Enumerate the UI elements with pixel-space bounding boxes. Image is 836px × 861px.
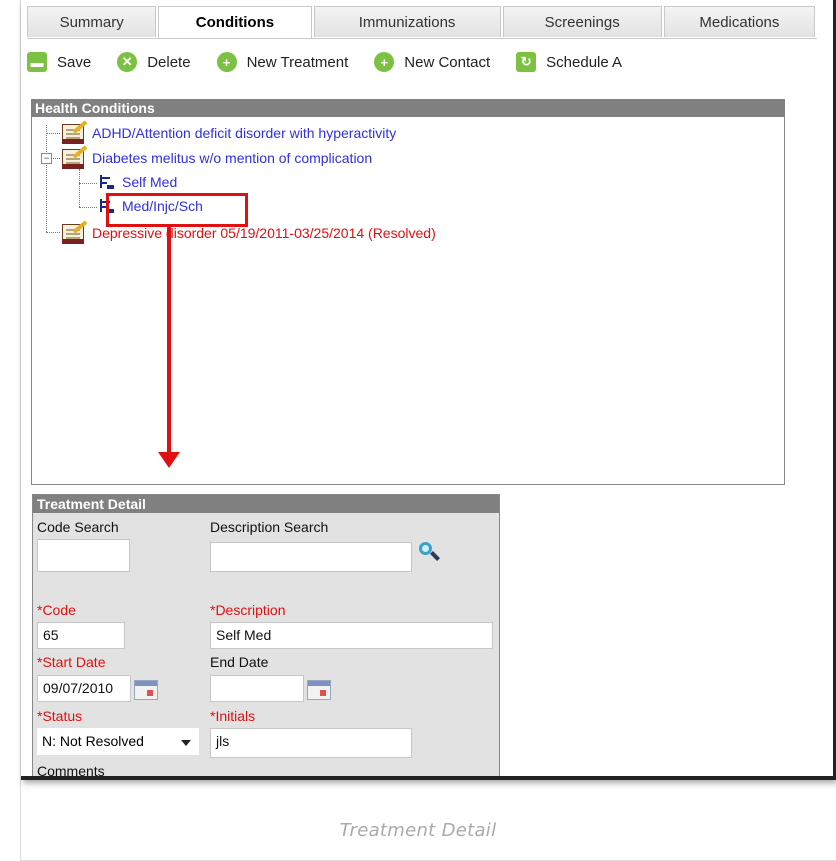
save-label: Save — [57, 53, 92, 71]
calendar-icon[interactable] — [307, 680, 331, 700]
figure-caption: Treatment Detail — [339, 820, 497, 841]
tree-connector — [46, 125, 47, 232]
search-icon[interactable] — [417, 541, 441, 565]
description-search-label: Description Search — [210, 519, 329, 535]
start-date-label: *Start Date — [37, 654, 106, 670]
new-contact-button[interactable]: + New Contact — [374, 52, 490, 72]
delete-button[interactable]: ✕ Delete — [117, 52, 191, 72]
new-treatment-label: New Treatment — [246, 53, 349, 71]
code-label: *Code — [37, 602, 76, 618]
condition-adhd[interactable]: ADHD/Attention deficit disorder with hyp… — [60, 120, 397, 145]
tab-summary[interactable]: Summary — [27, 6, 157, 37]
treatment-label: Self Med — [122, 174, 178, 190]
annotation-arrow — [167, 227, 171, 455]
treatment-self-med[interactable]: Self Med — [98, 174, 177, 190]
comments-label: Comments — [37, 763, 105, 779]
plus-icon: + — [216, 52, 237, 72]
tab-conditions[interactable]: Conditions — [158, 6, 312, 38]
condition-notepad-icon — [60, 145, 88, 170]
code-search-input[interactable] — [37, 539, 130, 572]
condition-notepad-icon — [60, 220, 88, 245]
code-field[interactable]: 65 — [37, 622, 125, 649]
delete-icon: ✕ — [117, 52, 138, 72]
end-date-field[interactable] — [210, 675, 304, 702]
save-icon: ▬ — [27, 52, 47, 72]
annotation-highlight-box — [106, 193, 248, 227]
description-field[interactable]: Self Med — [210, 622, 493, 649]
tab-medications[interactable]: Medications — [663, 6, 815, 37]
code-search-label: Code Search — [37, 519, 119, 535]
condition-label: Diabetes melitus w/o mention of complica… — [92, 150, 373, 166]
treatment-detail-panel: Treatment Detail Code Search Description… — [32, 494, 500, 779]
health-conditions-header: Health Conditions — [31, 99, 785, 117]
tab-immunizations[interactable]: Immunizations — [313, 6, 501, 37]
plus-icon: + — [374, 52, 395, 72]
tab-bar: Summary Conditions Immunizations Screeni… — [27, 6, 817, 39]
condition-diabetes[interactable]: Diabetes melitus w/o mention of complica… — [60, 145, 373, 170]
annotation-arrowhead — [158, 452, 180, 468]
new-contact-label: New Contact — [404, 53, 491, 71]
status-label: *Status — [37, 708, 83, 724]
schedule-button[interactable]: ↻ Schedule A — [516, 52, 622, 72]
description-search-input[interactable] — [210, 542, 412, 572]
treatment-detail-header: Treatment Detail — [33, 495, 499, 513]
tab-screenings[interactable]: Screenings — [502, 6, 662, 37]
status-selected-value: N: Not Resolved — [42, 733, 144, 749]
description-label: *Description — [210, 602, 286, 618]
condition-label: Depressive disorder 05/19/2011-03/25/201… — [92, 225, 436, 241]
initials-label: *Initials — [210, 708, 256, 724]
end-date-label: End Date — [210, 654, 269, 670]
initials-field[interactable]: jls — [210, 728, 412, 758]
action-toolbar: ▬ Save ✕ Delete + New Treatment + New Co… — [27, 42, 648, 82]
new-treatment-button[interactable]: + New Treatment — [216, 52, 349, 72]
treatment-tree-icon — [98, 174, 114, 190]
tree-connector — [79, 207, 97, 208]
status-dropdown[interactable]: N: Not Resolved — [37, 728, 199, 755]
collapse-icon[interactable]: − — [41, 153, 52, 164]
schedule-icon: ↻ — [516, 52, 537, 72]
condition-notepad-icon — [60, 120, 88, 145]
start-date-field[interactable]: 09/07/2010 — [37, 675, 131, 702]
tree-connector — [51, 158, 60, 159]
chevron-down-icon — [181, 740, 191, 746]
tree-connector — [46, 232, 60, 233]
tree-connector — [79, 183, 97, 184]
calendar-icon[interactable] — [134, 680, 158, 700]
save-button[interactable]: ▬ Save — [27, 52, 91, 72]
tree-connector — [46, 133, 60, 134]
tree-connector — [79, 169, 80, 207]
health-conditions-tree: ADHD/Attention deficit disorder with hyp… — [31, 117, 785, 485]
screenshot-panel: Summary Conditions Immunizations Screeni… — [21, 0, 836, 780]
delete-label: Delete — [147, 53, 191, 71]
condition-label: ADHD/Attention deficit disorder with hyp… — [92, 125, 397, 141]
schedule-label: Schedule A — [546, 53, 623, 71]
